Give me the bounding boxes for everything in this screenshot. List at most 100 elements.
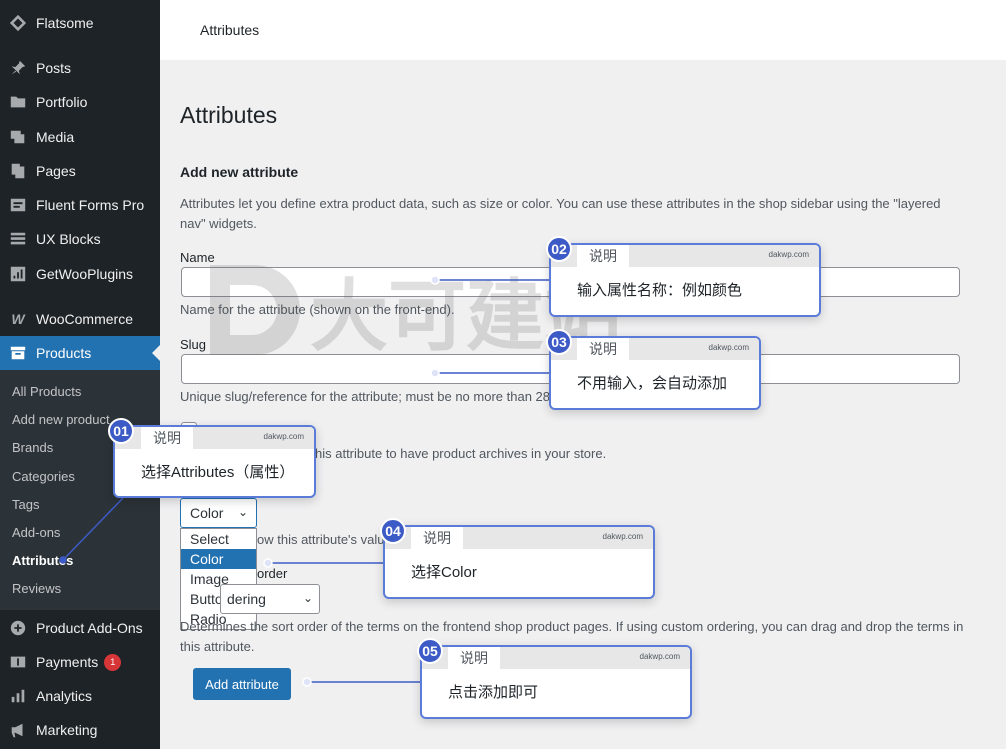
plus-circle-icon (0, 619, 36, 637)
form-icon (0, 196, 36, 214)
callout-number: 05 (417, 638, 443, 664)
admin-sidebar: Flatsome Posts Portfolio Media Pages Flu… (0, 0, 160, 749)
bar-chart-icon (0, 687, 36, 705)
type-option-select[interactable]: Select (181, 529, 256, 549)
type-select-value: Color (190, 505, 224, 521)
type-help: ow this attribute's valu (257, 532, 385, 547)
add-attribute-button[interactable]: Add attribute (193, 668, 291, 700)
sidebar-item-label: Pages (36, 163, 76, 179)
chevron-down-icon: ⌄ (302, 591, 313, 605)
slug-label: Slug (180, 337, 207, 352)
sidebar-item-label: GetWooPlugins (36, 266, 134, 282)
sidebar-item-fluent-forms[interactable]: Fluent Forms Pro (0, 188, 160, 222)
sidebar-item-getwooplugins[interactable]: GetWooPlugins (0, 257, 160, 291)
order-select[interactable]: dering ⌄ (220, 584, 320, 614)
folder-icon (0, 93, 36, 111)
callout-05: 说明 dakwp.com 点击添加即可 (420, 645, 692, 719)
callout-site: dakwp.com (639, 652, 680, 661)
callout-number: 02 (546, 236, 572, 262)
megaphone-icon (0, 721, 36, 739)
pages-icon (0, 162, 36, 180)
callout-tag: 说明 (141, 427, 193, 449)
page-title: Attributes (180, 102, 278, 128)
sidebar-item-label: UX Blocks (36, 231, 101, 247)
diamond-icon (0, 14, 36, 32)
callout-tag: 说明 (448, 647, 500, 669)
sidebar-item-pages[interactable]: Pages (0, 154, 160, 188)
callout-text: 点击添加即可 (448, 684, 539, 701)
type-option-color[interactable]: Color (181, 549, 256, 569)
callout-tag: 说明 (411, 527, 463, 549)
sidebar-item-media[interactable]: Media (0, 120, 160, 154)
callout-tag: 说明 (577, 245, 629, 267)
callout-text: 选择Color (411, 564, 477, 581)
callout-text: 选择Attributes（属性） (141, 464, 295, 481)
dollar-icon (0, 653, 36, 671)
callout-03: 说明 dakwp.com 不用输入，会自动添加 (549, 336, 761, 410)
sidebar-item-label: Portfolio (36, 94, 88, 110)
sidebar-item-label: Fluent Forms Pro (36, 197, 145, 213)
sidebar-item-ux-blocks[interactable]: UX Blocks (0, 222, 160, 256)
sidebar-item-label: Products (36, 345, 92, 361)
submenu-attributes[interactable]: Attributes (12, 553, 73, 568)
callout-tag: 说明 (577, 338, 629, 360)
callout-site: dakwp.com (708, 343, 749, 352)
submenu-all-products[interactable]: All Products (12, 384, 81, 399)
payments-badge: 1 (104, 653, 122, 671)
type-select[interactable]: Color ⌄ (180, 498, 257, 528)
intro-text: Attributes let you define extra product … (180, 196, 941, 231)
section-title: Add new attribute (180, 164, 299, 180)
callout-site: dakwp.com (263, 432, 304, 441)
callout-text: 不用输入，会自动添加 (577, 375, 728, 392)
pin-icon (0, 59, 36, 77)
callout-04: 说明 dakwp.com 选择Color (383, 525, 655, 599)
sidebar-item-label: Product Add-Ons (36, 620, 143, 636)
order-label: order (257, 566, 288, 581)
sidebar-item-label: Posts (36, 60, 72, 76)
sidebar-item-portfolio[interactable]: Portfolio (0, 85, 160, 119)
callout-text: 输入属性名称：例如颜色 (577, 282, 743, 299)
sidebar-item-products[interactable]: Products (0, 336, 160, 370)
callout-number: 04 (380, 518, 406, 544)
sidebar-item-posts[interactable]: Posts (0, 51, 160, 85)
grid-icon (0, 230, 36, 248)
chevron-down-icon: ⌄ (237, 505, 248, 519)
sidebar-item-analytics[interactable]: Analytics (0, 679, 160, 713)
sidebar-item-product-add-ons[interactable]: Product Add-Ons (0, 611, 160, 645)
submenu-tags[interactable]: Tags (12, 497, 39, 512)
sidebar-item-label: Marketing (36, 722, 98, 738)
media-icon (0, 128, 36, 146)
submenu-categories[interactable]: Categories (12, 469, 75, 484)
callout-01: 说明 dakwp.com 选择Attributes（属性） (113, 425, 316, 498)
active-arrow-icon (152, 345, 160, 361)
type-dropdown: Select Color Image Button Radio (180, 528, 257, 630)
name-help: Name for the attribute (shown on the fro… (180, 302, 455, 317)
sidebar-item-label: Analytics (36, 688, 93, 704)
submenu-reviews[interactable]: Reviews (12, 581, 61, 596)
sidebar-item-label: Flatsome (36, 15, 94, 31)
callout-number: 01 (108, 418, 134, 444)
slug-help: Unique slug/reference for the attribute;… (180, 389, 550, 404)
sidebar-item-payments[interactable]: Payments 1 (0, 645, 160, 679)
sidebar-item-label: Media (36, 129, 75, 145)
sidebar-item-woocommerce[interactable]: W WooCommerce (0, 302, 160, 336)
callout-site: dakwp.com (602, 532, 643, 541)
name-label: Name (180, 250, 215, 265)
submenu-brands[interactable]: Brands (12, 440, 53, 455)
sidebar-item-marketing[interactable]: Marketing (0, 713, 160, 747)
callout-02: 说明 dakwp.com 输入属性名称：例如颜色 (549, 243, 821, 317)
top-bar: Attributes (160, 0, 1006, 60)
archive-icon (0, 344, 36, 362)
woo-icon: W (11, 311, 25, 327)
order-select-value: dering (227, 591, 266, 607)
breadcrumb: Attributes (200, 22, 260, 38)
submenu-add-ons[interactable]: Add-ons (12, 525, 60, 540)
sidebar-item-flatsome[interactable]: Flatsome (0, 6, 160, 40)
sidebar-item-label: WooCommerce (36, 311, 133, 327)
callout-number: 03 (546, 329, 572, 355)
archives-help: his attribute to have product archives i… (315, 446, 607, 461)
plugin-icon (0, 265, 36, 283)
sidebar-item-label: Payments (36, 654, 99, 670)
submenu-add-new-product[interactable]: Add new product (12, 412, 110, 427)
callout-site: dakwp.com (768, 250, 809, 259)
